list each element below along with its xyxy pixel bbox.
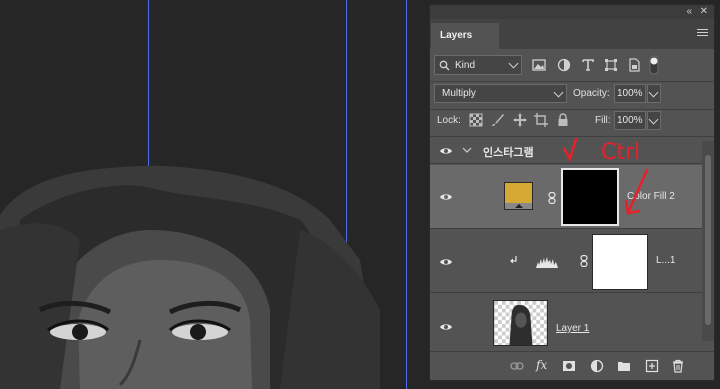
lock-position-icon[interactable] [513,113,527,127]
layer-1-thumbnail[interactable] [493,300,548,346]
close-panel-button[interactable]: ✕ [700,5,708,19]
filter-type-icon[interactable] [581,58,595,72]
opacity-input[interactable]: 100% [614,84,646,103]
new-group-icon[interactable] [617,359,631,373]
visibility-eye-icon[interactable] [439,190,453,204]
levels-mask-thumbnail[interactable] [592,234,648,290]
fill-value: 100% [617,115,643,126]
levels-histogram-icon[interactable] [536,256,558,268]
lock-all-icon[interactable] [556,113,570,127]
divider [430,109,714,110]
opacity-dropdown-button[interactable] [647,84,661,103]
layer-row-levels[interactable]: L...1 [430,230,703,293]
layer-name-levels[interactable]: L...1 [656,255,675,266]
annotation-ctrl-text: Ctrl [601,140,640,165]
tab-layers[interactable]: Layers [431,23,499,49]
new-layer-icon[interactable] [645,359,659,373]
adjustment-layer-icon[interactable] [590,359,604,373]
mask-link-icon[interactable] [580,255,588,267]
chevron-down-icon [648,87,659,97]
filter-kind-value: Kind [455,60,476,71]
document-canvas[interactable] [0,0,430,389]
visibility-eye-icon[interactable] [439,320,453,334]
chevron-down-icon [553,87,564,97]
clipping-arrow-icon [510,256,517,264]
panel-menu-icon[interactable] [697,29,708,38]
fill-input[interactable]: 100% [614,111,646,130]
filter-kind-dropdown[interactable]: Kind [434,55,522,75]
blend-mode-dropdown[interactable]: Multiply [434,84,567,103]
visibility-eye-icon[interactable] [439,144,453,158]
filter-shape-icon[interactable] [604,58,618,72]
color-fill-swatch-thumbnail[interactable] [504,182,533,210]
filter-smart-object-icon[interactable] [627,58,641,72]
fx-icon[interactable]: fx [536,358,547,372]
layer-row-layer-1[interactable]: Layer 1 [430,294,703,350]
fill-dropdown-button[interactable] [647,111,661,130]
search-icon [439,60,450,71]
lock-label: Lock: [437,115,461,126]
filter-toggle-icon[interactable] [649,55,659,75]
chevron-down-icon [508,58,519,69]
trash-icon[interactable] [671,359,685,373]
add-mask-icon[interactable] [562,359,576,373]
link-layers-icon[interactable] [510,359,524,373]
filter-adjustment-icon[interactable] [557,58,571,72]
group-name: 인스타그램 [483,147,534,159]
lock-image-pixels-icon[interactable] [491,113,505,127]
filter-pixel-icon[interactable] [532,58,546,72]
layers-scrollbar[interactable] [702,141,714,341]
collapse-panel-button[interactable]: « [686,5,692,19]
blend-mode-value: Multiply [442,88,476,99]
opacity-label: Opacity: [573,88,610,99]
canvas-photo [0,165,380,389]
red-annotation: Ctrl [562,137,649,215]
panel-title-bar[interactable]: « ✕ [430,5,714,19]
fill-label: Fill: [595,115,611,126]
chevron-down-icon [648,114,659,124]
lock-artboard-icon[interactable] [534,113,548,127]
opacity-value: 100% [617,88,643,99]
layer-name-layer-1[interactable]: Layer 1 [556,323,589,334]
chevron-down-icon[interactable] [462,146,472,154]
scrollbar-thumb[interactable] [705,155,711,325]
divider [430,81,714,82]
visibility-eye-icon[interactable] [439,255,453,269]
panel-footer: fx [430,351,714,380]
panel-tab-bar: Layers [430,19,714,49]
lock-transparent-pixels-icon[interactable] [469,113,483,127]
